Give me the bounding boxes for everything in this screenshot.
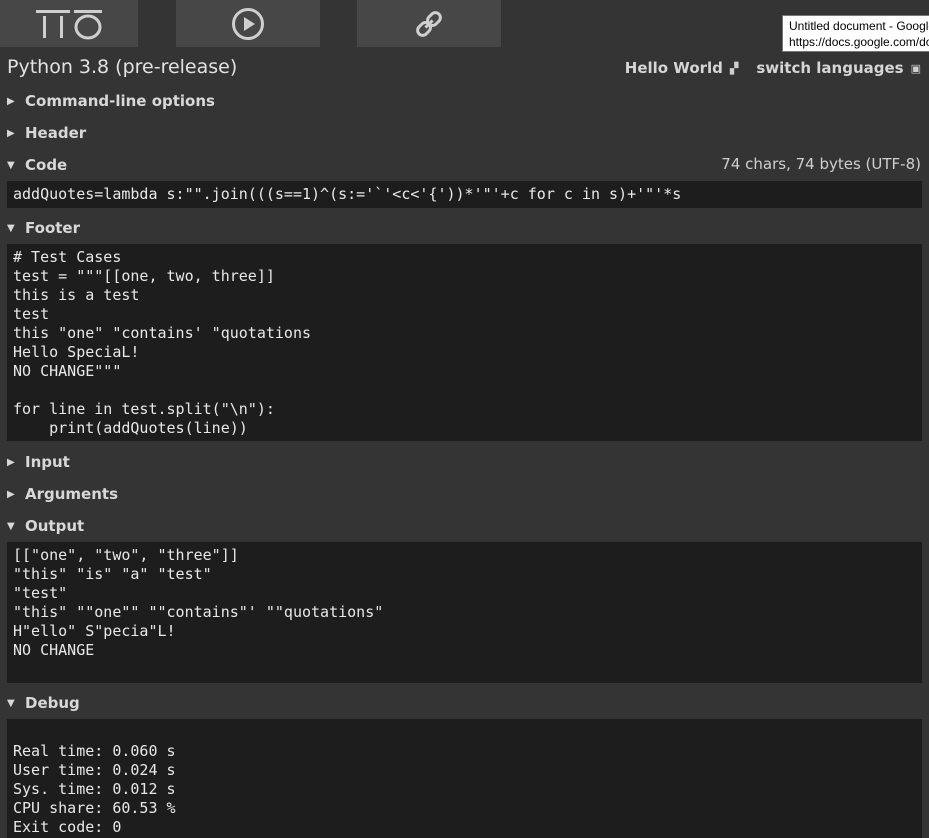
permalink-button[interactable]	[357, 0, 501, 47]
output-pane[interactable]: [["one", "two", "three"]] "this" "is" "a…	[7, 542, 922, 683]
section-cmdline-toggle[interactable]: ▶ Command-line options	[7, 91, 215, 111]
expanded-triangle-icon: ▼	[7, 697, 15, 709]
section-output-toggle[interactable]: ▼ Output	[7, 516, 84, 536]
play-icon	[232, 7, 264, 40]
switch-languages-icon: ▣	[910, 61, 921, 75]
collapsed-triangle-icon: ▶	[7, 456, 15, 468]
tio-logo-icon	[36, 9, 102, 39]
section-cmdline-label: Command-line options	[25, 92, 215, 110]
expanded-triangle-icon: ▼	[7, 520, 15, 532]
collapsed-triangle-icon: ▶	[7, 488, 15, 500]
run-button[interactable]	[176, 0, 320, 47]
hello-world-icon: ▞	[729, 61, 739, 75]
tio-logo-button[interactable]	[0, 0, 138, 47]
section-footer-toggle[interactable]: ▼ Footer	[7, 218, 80, 238]
section-footer-label: Footer	[25, 219, 80, 237]
collapsed-triangle-icon: ▶	[7, 127, 15, 139]
collapsed-triangle-icon: ▶	[7, 95, 15, 107]
section-arguments-label: Arguments	[25, 485, 119, 503]
language-actions: Hello World ▞ switch languages ▣	[625, 59, 921, 77]
code-byte-count: 74 chars, 74 bytes (UTF-8)	[721, 155, 921, 173]
switch-languages-link[interactable]: switch languages	[756, 59, 903, 77]
link-icon	[416, 10, 442, 37]
section-debug-toggle[interactable]: ▼ Debug	[7, 693, 80, 713]
hello-world-link[interactable]: Hello World	[625, 59, 723, 77]
tooltip-url: https://docs.google.com/document	[789, 35, 929, 49]
tooltip-title: Untitled document - Google Docs	[789, 19, 929, 33]
language-title: Python 3.8 (pre-release)	[7, 56, 238, 78]
expanded-triangle-icon: ▼	[7, 159, 15, 171]
section-code-toggle[interactable]: ▼ Code	[7, 155, 67, 175]
section-header-label: Header	[25, 124, 87, 142]
section-arguments-toggle[interactable]: ▶ Arguments	[7, 484, 118, 504]
section-debug-label: Debug	[25, 694, 80, 712]
section-input-label: Input	[25, 453, 70, 471]
code-editor[interactable]: addQuotes=lambda s:"".join(((s==1)^(s:='…	[7, 181, 922, 208]
expanded-triangle-icon: ▼	[7, 222, 15, 234]
section-input-toggle[interactable]: ▶ Input	[7, 452, 70, 472]
browser-tooltip: Untitled document - Google Docs https://…	[782, 15, 929, 52]
section-output-label: Output	[25, 517, 85, 535]
debug-pane[interactable]: Real time: 0.060 s User time: 0.024 s Sy…	[7, 719, 922, 838]
section-header-toggle[interactable]: ▶ Header	[7, 123, 86, 143]
section-code-label: Code	[25, 156, 68, 174]
footer-editor[interactable]: # Test Cases test = """[[one, two, three…	[7, 244, 922, 441]
